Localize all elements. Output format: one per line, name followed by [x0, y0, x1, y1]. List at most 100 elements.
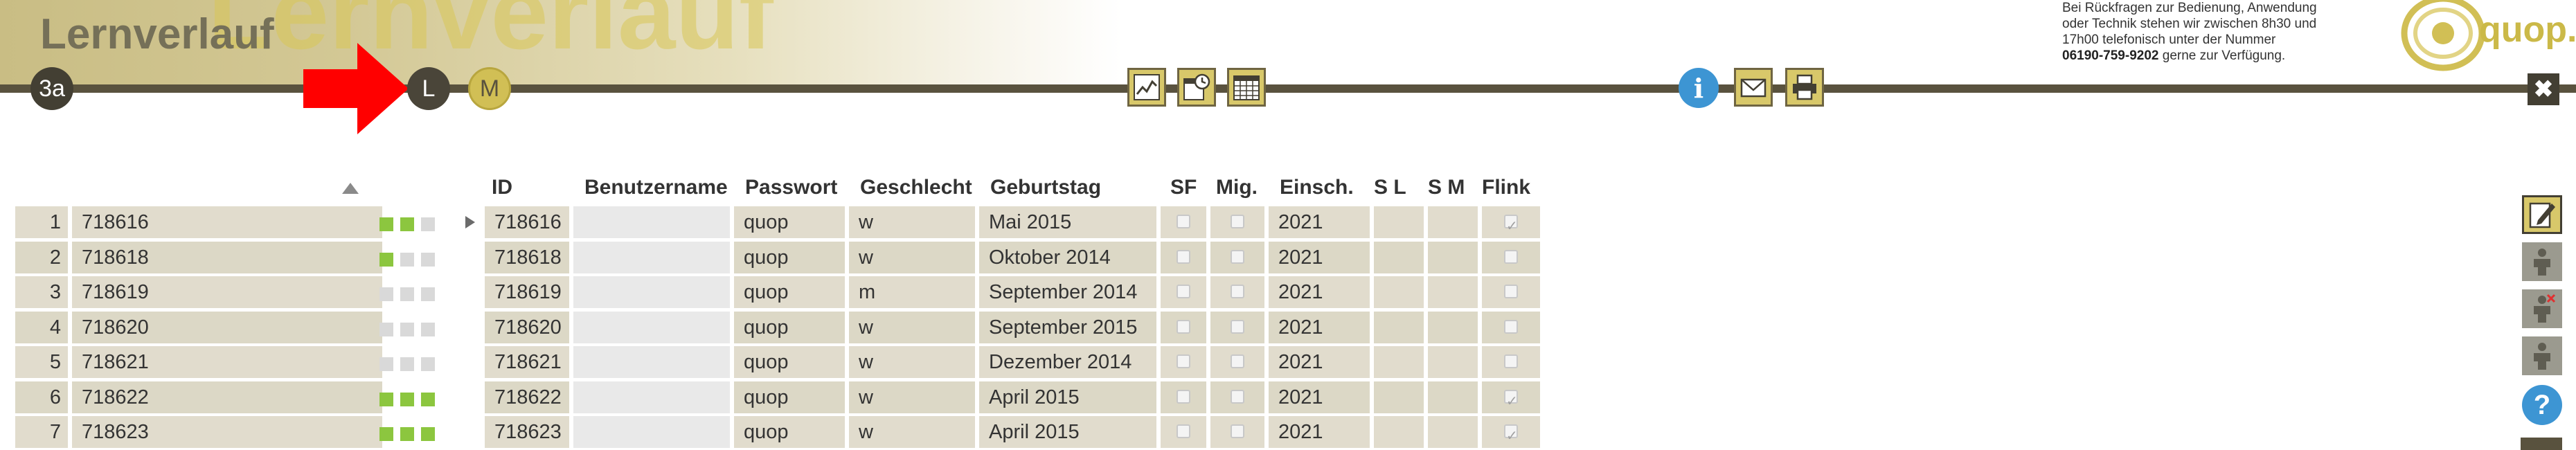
username-cell[interactable] — [573, 416, 730, 448]
calendar-button[interactable] — [1227, 68, 1266, 107]
mail-button[interactable] — [1734, 68, 1773, 107]
mig-cell — [1210, 206, 1264, 238]
sort-ascending-icon[interactable] — [341, 180, 360, 195]
col-header-flink[interactable]: Flink — [1482, 172, 1530, 204]
person-button[interactable] — [2522, 242, 2562, 281]
username-cell[interactable] — [573, 381, 730, 413]
schedule-button[interactable] — [1177, 68, 1216, 107]
print-button[interactable] — [1785, 68, 1824, 107]
table-row[interactable]: 5 718621 718621 quop w Dezember 2014 2021 — [15, 346, 1540, 378]
col-header-sf[interactable]: SF — [1170, 172, 1197, 204]
mig-cell — [1210, 416, 1264, 448]
col-header-birthday[interactable]: Geburtstag — [990, 172, 1101, 204]
sf-checkbox[interactable] — [1177, 424, 1190, 438]
sl-cell — [1374, 206, 1424, 238]
line-chart-icon — [1134, 74, 1160, 100]
flink-checkbox[interactable] — [1504, 319, 1518, 334]
flink-checkbox[interactable] — [1504, 285, 1518, 298]
sf-checkbox[interactable] — [1177, 354, 1190, 368]
sidebar-more-icon[interactable] — [2521, 438, 2562, 450]
mig-checkbox[interactable] — [1231, 424, 1244, 438]
progress-square — [400, 322, 414, 336]
progress-square — [400, 392, 414, 406]
sf-checkbox[interactable] — [1177, 215, 1190, 228]
mig-cell — [1210, 241, 1264, 273]
support-contact-text: Bei Rückfragen zur Bedienung, Anwendung … — [2062, 0, 2360, 64]
flink-checkbox[interactable] — [1504, 210, 1518, 238]
progress-square — [400, 357, 414, 371]
col-header-sl[interactable]: S L — [1374, 172, 1406, 204]
help-button[interactable]: ? — [2522, 385, 2562, 425]
gender-cell: w — [849, 346, 975, 378]
password-cell: quop — [734, 241, 845, 273]
table-row[interactable]: 3 718619 718619 quop m September 2014 2021 — [15, 276, 1540, 308]
username-cell[interactable] — [573, 206, 730, 238]
username-cell[interactable] — [573, 311, 730, 343]
table-row[interactable]: 4 718620 718620 quop w September 2015 2021 — [15, 311, 1540, 343]
birthday-cell: April 2015 — [979, 381, 1156, 413]
mig-checkbox[interactable] — [1231, 354, 1244, 368]
student-id: 718616 — [485, 206, 569, 238]
username-cell[interactable] — [573, 241, 730, 273]
birthday-cell: September 2015 — [979, 311, 1156, 343]
mode-m-button[interactable]: M — [468, 67, 511, 110]
col-header-password[interactable]: Passwort — [745, 172, 837, 204]
info-button[interactable]: i — [1679, 68, 1719, 108]
enrollment-year-cell: 2021 — [1269, 206, 1370, 238]
chart-button[interactable] — [1127, 68, 1166, 107]
col-header-sm[interactable]: S M — [1428, 172, 1465, 204]
class-badge[interactable]: 3a — [30, 67, 73, 110]
person-remove-button[interactable] — [2522, 289, 2562, 328]
col-header-einsch[interactable]: Einsch. — [1280, 172, 1354, 204]
table-row[interactable]: 7 718623 718623 quop w April 2015 2021 — [15, 416, 1540, 448]
table-row[interactable]: 6 718622 718622 quop w April 2015 2021 — [15, 381, 1540, 413]
mode-l-button[interactable]: L — [407, 67, 450, 110]
student-id: 718619 — [485, 276, 569, 308]
close-button[interactable]: ✖ — [2528, 73, 2559, 105]
row-number: 3 — [15, 276, 68, 308]
col-header-username[interactable]: Benutzername — [584, 172, 728, 204]
mig-checkbox[interactable] — [1231, 215, 1244, 228]
sf-checkbox[interactable] — [1177, 285, 1190, 298]
sf-checkbox[interactable] — [1177, 319, 1190, 334]
contact-phone: 06190-759-9202 — [2062, 48, 2159, 63]
sf-cell — [1161, 311, 1206, 343]
mig-checkbox[interactable] — [1231, 249, 1244, 264]
gender-cell: w — [849, 241, 975, 273]
sl-cell — [1374, 241, 1424, 273]
flink-cell — [1482, 416, 1540, 448]
progress-square — [421, 322, 435, 336]
flink-cell — [1482, 346, 1540, 378]
password-cell: quop — [734, 416, 845, 448]
table-row[interactable]: 2 718618 718618 quop w Oktober 2014 2021 — [15, 241, 1540, 273]
person-icon — [2534, 343, 2550, 370]
mig-checkbox[interactable] — [1231, 389, 1244, 404]
help-icon: ? — [2533, 389, 2551, 420]
mig-checkbox[interactable] — [1231, 319, 1244, 334]
col-header-id[interactable]: ID — [492, 172, 512, 204]
col-header-mig[interactable]: Mig. — [1216, 172, 1258, 204]
sm-cell — [1428, 206, 1478, 238]
mig-cell — [1210, 276, 1264, 308]
person-icon — [2534, 249, 2550, 276]
password-cell: quop — [734, 381, 845, 413]
edit-button[interactable] — [2522, 195, 2562, 234]
sf-cell — [1161, 241, 1206, 273]
enrollment-year-cell: 2021 — [1269, 346, 1370, 378]
table-row[interactable]: 1 718616 718616 quop w Mai 2015 2021 — [15, 206, 1540, 238]
mail-icon — [1740, 78, 1766, 98]
mig-checkbox[interactable] — [1231, 285, 1244, 298]
person-button[interactable] — [2522, 336, 2562, 375]
flink-checkbox[interactable] — [1504, 386, 1518, 413]
flink-checkbox[interactable] — [1504, 354, 1518, 368]
flink-checkbox[interactable] — [1504, 249, 1518, 264]
expand-arrow-icon[interactable] — [465, 216, 475, 228]
flink-cell — [1482, 276, 1540, 308]
password-cell: quop — [734, 346, 845, 378]
username-cell[interactable] — [573, 346, 730, 378]
col-header-gender[interactable]: Geschlecht — [860, 172, 972, 204]
sf-checkbox[interactable] — [1177, 249, 1190, 264]
username-cell[interactable] — [573, 276, 730, 308]
flink-checkbox[interactable] — [1504, 420, 1518, 448]
sf-checkbox[interactable] — [1177, 389, 1190, 404]
